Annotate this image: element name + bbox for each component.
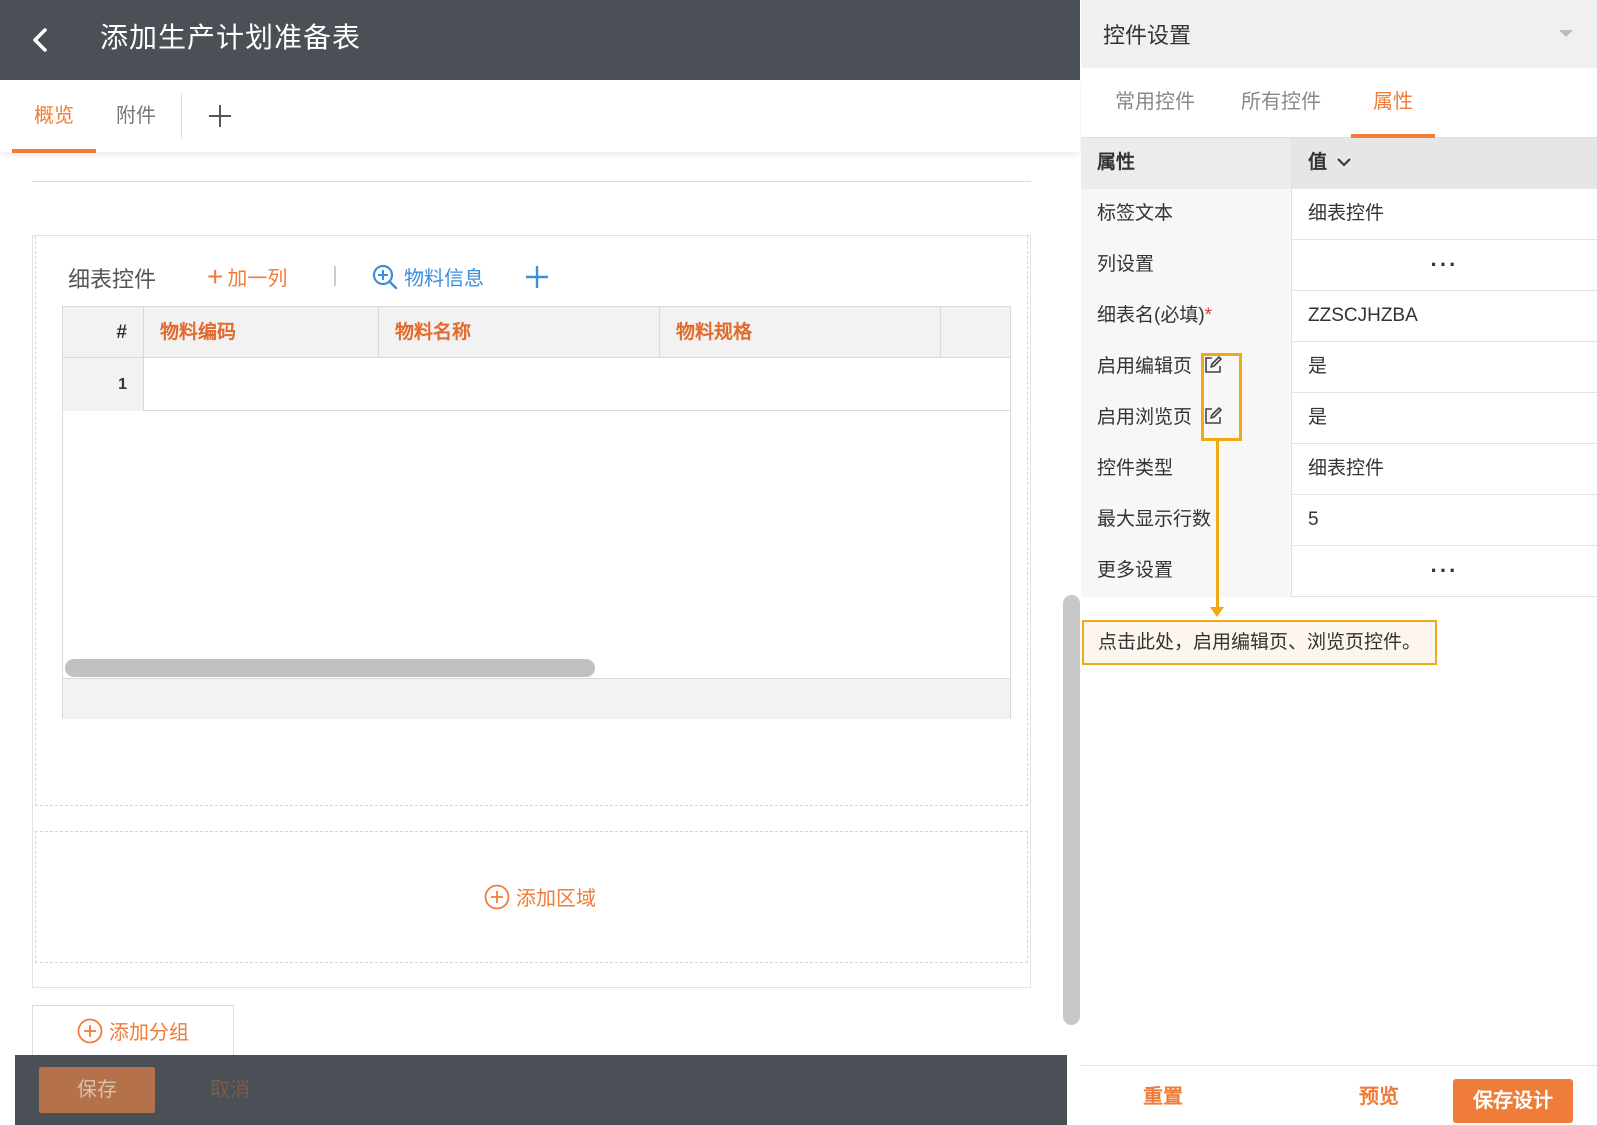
column-settings-more-button[interactable]: ··· <box>1292 240 1597 291</box>
property-grid: 属性 值 标签文本 细表控件 列设置 ··· 细表名(必填)* ZZSCJHZB… <box>1081 138 1597 597</box>
add-region-label: 添加区域 <box>516 888 596 910</box>
property-key: 控件类型 <box>1081 444 1292 495</box>
edit-icon[interactable] <box>1203 355 1223 375</box>
annotation-callout: 点击此处，启用编辑页、浏览页控件。 <box>1082 620 1438 665</box>
property-row-enable-browse-page: 启用浏览页 是 <box>1081 393 1597 444</box>
add-region-area: 添加区域 <box>35 831 1028 963</box>
tab-divider <box>181 94 182 138</box>
column-header-material-code[interactable]: 物料编码 <box>144 307 379 358</box>
subtable-label: 细表控件 <box>68 267 157 292</box>
toolbar-separator <box>334 266 336 286</box>
edit-icon[interactable] <box>1203 406 1223 426</box>
add-plus-icon[interactable] <box>524 264 550 290</box>
add-circle-icon <box>484 884 510 909</box>
zoom-in-search-icon <box>372 264 398 289</box>
column-header-material-spec[interactable]: 物料规格 <box>660 307 941 358</box>
property-key: 细表名(必填)* <box>1081 291 1292 342</box>
property-value: 细表控件 <box>1308 458 1385 479</box>
reset-button[interactable]: 重置 <box>1143 1080 1183 1109</box>
add-group-label: 添加分组 <box>109 1022 189 1044</box>
page-title: 添加生产计划准备表 <box>100 22 362 53</box>
property-row-more-settings: 更多设置 ··· <box>1081 546 1597 597</box>
panel-tab-bar: 常用控件 所有控件 属性 <box>1081 68 1597 138</box>
add-column-label: 加一列 <box>227 268 288 290</box>
tab-overview[interactable]: 概览 <box>12 80 96 153</box>
tab-common-controls[interactable]: 常用控件 <box>1115 68 1195 138</box>
form-section: 细表控件 + 加一列 物料信息 # 物料编码 物料名称 物料规格 1 添加区域 <box>32 235 1031 988</box>
tab-attachments[interactable]: 附件 <box>116 80 156 152</box>
property-row-max-rows: 最大显示行数 5 <box>1081 495 1597 546</box>
column-header-material-name[interactable]: 物料名称 <box>379 307 660 358</box>
row-number: 1 <box>63 358 144 411</box>
back-arrow-icon[interactable] <box>28 22 52 58</box>
property-key: 最大显示行数 <box>1081 495 1292 546</box>
tab-bar: 概览 附件 <box>0 80 1080 153</box>
chevron-down-icon <box>1337 158 1352 167</box>
column-header-index: # <box>63 307 144 358</box>
property-key: 列设置 <box>1081 240 1292 291</box>
save-button[interactable]: 保存 <box>39 1067 155 1113</box>
header-bar: 添加生产计划准备表 <box>0 0 1080 80</box>
property-row-label-text: 标签文本 细表控件 <box>1081 189 1597 240</box>
add-circle-icon <box>77 1018 103 1043</box>
add-tab-plus-icon[interactable] <box>208 104 232 128</box>
property-row-enable-edit-page: 启用编辑页 是 <box>1081 342 1597 393</box>
panel-footer: 重置 预览 保存设计 <box>1081 1065 1597 1125</box>
property-key: 标签文本 <box>1081 189 1292 240</box>
subtable-control-area[interactable]: 细表控件 + 加一列 物料信息 # 物料编码 物料名称 物料规格 1 <box>35 236 1028 806</box>
property-value[interactable]: 是 <box>1292 393 1597 444</box>
tab-properties[interactable]: 属性 <box>1351 68 1435 138</box>
annotation-arrow-icon <box>1210 607 1224 617</box>
panel-header: 控件设置 <box>1081 0 1597 68</box>
horizontal-scrollbar[interactable] <box>65 659 595 677</box>
plus-icon: + <box>207 260 224 292</box>
property-value[interactable]: 细表控件 <box>1292 189 1597 240</box>
property-row-control-type: 控件类型 细表控件 <box>1081 444 1597 495</box>
table-row[interactable]: 1 <box>63 358 1010 411</box>
property-value[interactable]: ZZSCJHZBA <box>1292 291 1597 342</box>
form-designer-canvas: 添加生产计划准备表 概览 附件 细表控件 + 加一列 物料信息 # 物料编码 物… <box>0 0 1080 1125</box>
more-settings-button[interactable]: ··· <box>1292 546 1597 597</box>
property-key-label: 启用浏览页 <box>1097 407 1193 428</box>
vertical-scrollbar[interactable] <box>1063 595 1080 1025</box>
subtable-grid: # 物料编码 物料名称 物料规格 1 <box>62 306 1011 719</box>
add-column-button[interactable]: + 加一列 <box>207 262 287 291</box>
grid-footer <box>63 678 1010 719</box>
divider <box>32 181 1031 182</box>
add-group-button[interactable]: 添加分组 <box>32 1005 234 1055</box>
control-settings-panel: 控件设置 常用控件 所有控件 属性 属性 值 标签文本 细表控件 列设置 ··· <box>1081 0 1597 1125</box>
property-row-column-settings: 列设置 ··· <box>1081 240 1597 291</box>
panel-title: 控件设置 <box>1103 23 1192 48</box>
save-design-button[interactable]: 保存设计 <box>1453 1079 1573 1123</box>
property-value[interactable]: 5 <box>1292 495 1597 546</box>
bottom-action-bar: 保存 取消 <box>15 1055 1067 1125</box>
preview-button[interactable]: 预览 <box>1359 1080 1399 1109</box>
cancel-button[interactable]: 取消 <box>210 1067 250 1113</box>
property-column-header: 属性 <box>1081 138 1292 189</box>
add-region-button[interactable]: 添加区域 <box>484 882 596 911</box>
grid-header-row: # 物料编码 物料名称 物料规格 <box>63 307 1010 358</box>
annotation-leader-line <box>1216 441 1219 611</box>
value-column-header[interactable]: 值 <box>1292 138 1597 189</box>
property-value[interactable]: 是 <box>1292 342 1597 393</box>
property-row-subtable-name: 细表名(必填)* ZZSCJHZBA <box>1081 291 1597 342</box>
value-column-label: 值 <box>1308 152 1328 173</box>
material-info-label: 物料信息 <box>404 268 484 290</box>
caret-down-icon[interactable] <box>1559 30 1573 37</box>
property-key: 启用浏览页 <box>1081 393 1292 444</box>
property-key: 更多设置 <box>1081 546 1292 597</box>
property-key-label: 启用编辑页 <box>1097 356 1193 377</box>
property-header-row: 属性 值 <box>1081 138 1597 189</box>
material-info-button[interactable]: 物料信息 <box>372 262 484 291</box>
property-key: 启用编辑页 <box>1081 342 1292 393</box>
tab-all-controls[interactable]: 所有控件 <box>1241 68 1321 138</box>
required-mark: * <box>1204 305 1213 326</box>
property-key-label: 细表名(必填) <box>1097 305 1205 326</box>
